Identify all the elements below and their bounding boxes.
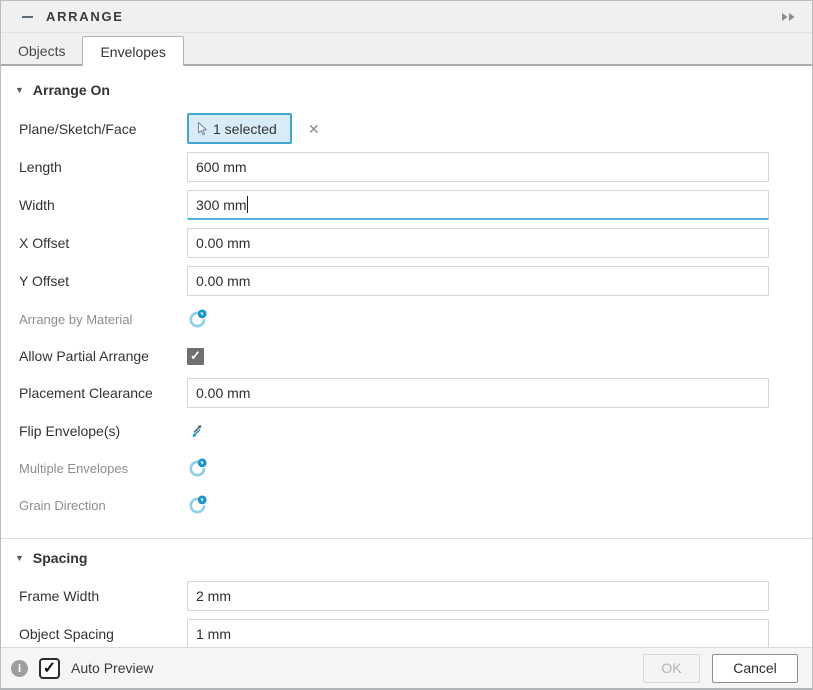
- field-label: X Offset: [19, 235, 70, 251]
- row-allow-partial-arrange: Allow Partial Arrange ✓: [1, 342, 812, 370]
- allow-partial-checkbox[interactable]: ✓: [187, 347, 204, 365]
- length-input[interactable]: [187, 152, 769, 182]
- field-label: Y Offset: [19, 273, 70, 289]
- field-label: Length: [19, 159, 62, 175]
- cancel-button[interactable]: Cancel: [712, 653, 798, 683]
- auto-preview-checkbox[interactable]: ✓: [39, 657, 60, 679]
- collapse-icon[interactable]: [22, 15, 33, 18]
- field-label: Plane/Sketch/Face: [19, 120, 137, 137]
- computing-spinner-icon: [187, 309, 208, 330]
- row-x-offset: X Offset: [1, 228, 812, 258]
- dialog-title: ARRANGE: [46, 9, 124, 24]
- row-object-spacing: Object Spacing: [1, 619, 812, 649]
- row-plane-sketch-face: Plane/Sketch/Face 1 selected ✕: [1, 113, 812, 144]
- tab-bar: Objects Envelopes: [1, 33, 812, 66]
- field-label: Object Spacing: [19, 626, 114, 642]
- flip-envelope-icon[interactable]: [187, 421, 207, 441]
- section-collapse-icon: ▼: [15, 553, 24, 563]
- row-grain-direction: Grain Direction: [1, 491, 812, 519]
- y-offset-input[interactable]: [187, 266, 769, 296]
- field-label: Flip Envelope(s): [19, 423, 121, 439]
- field-label: Allow Partial Arrange: [19, 348, 149, 364]
- dialog-footer: i ✓ Auto Preview OK Cancel: [1, 647, 812, 688]
- selection-count: 1 selected: [213, 120, 277, 137]
- field-label: Placement Clearance: [19, 385, 153, 401]
- field-label: Width: [19, 197, 55, 213]
- row-width: Width: [1, 190, 812, 220]
- row-frame-width: Frame Width: [1, 581, 812, 611]
- tab-envelopes[interactable]: Envelopes: [82, 36, 184, 66]
- computing-spinner-icon: [187, 458, 208, 479]
- x-offset-input[interactable]: [187, 228, 769, 258]
- row-length: Length: [1, 152, 812, 182]
- check-icon: ✓: [42, 660, 57, 677]
- section-collapse-icon: ▼: [15, 85, 24, 95]
- section-spacing[interactable]: ▼ Spacing: [15, 547, 812, 569]
- dialog-body: ▼ Arrange On Plane/Sketch/Face 1 selecte…: [1, 79, 812, 649]
- arrange-dialog: ARRANGE Objects Envelopes ▼ Arrange On P…: [0, 0, 813, 690]
- check-icon: ✓: [190, 348, 201, 363]
- row-y-offset: Y Offset: [1, 266, 812, 296]
- object-spacing-input[interactable]: [187, 619, 769, 649]
- row-placement-clearance: Placement Clearance: [1, 378, 812, 408]
- clear-selection-icon[interactable]: ✕: [308, 122, 320, 136]
- row-flip-envelopes: Flip Envelope(s): [1, 417, 812, 445]
- field-label: Arrange by Material: [19, 311, 133, 327]
- row-multiple-envelopes: Multiple Envelopes: [1, 454, 812, 482]
- frame-width-input[interactable]: [187, 581, 769, 611]
- info-icon[interactable]: i: [11, 659, 28, 677]
- field-label: Frame Width: [19, 588, 100, 604]
- field-label: Grain Direction: [19, 497, 106, 513]
- auto-preview-label: Auto Preview: [71, 660, 154, 676]
- section-title: Spacing: [32, 550, 88, 566]
- selection-cursor-icon: [196, 121, 208, 137]
- placement-clearance-input[interactable]: [187, 378, 769, 408]
- section-divider: [1, 538, 812, 539]
- section-arrange-on[interactable]: ▼ Arrange On: [15, 79, 812, 101]
- text-caret: [247, 196, 248, 213]
- pin-overflow-icon[interactable]: [777, 8, 800, 26]
- computing-spinner-icon: [187, 495, 208, 516]
- selection-button[interactable]: 1 selected: [187, 113, 292, 144]
- tab-objects[interactable]: Objects: [1, 37, 82, 64]
- section-title: Arrange On: [32, 82, 110, 98]
- info-glyph: i: [17, 660, 22, 675]
- width-input[interactable]: [187, 190, 769, 220]
- dialog-header: ARRANGE: [1, 1, 812, 33]
- field-label: Multiple Envelopes: [19, 460, 129, 476]
- row-arrange-by-material: Arrange by Material: [1, 305, 812, 333]
- ok-button[interactable]: OK: [643, 653, 700, 683]
